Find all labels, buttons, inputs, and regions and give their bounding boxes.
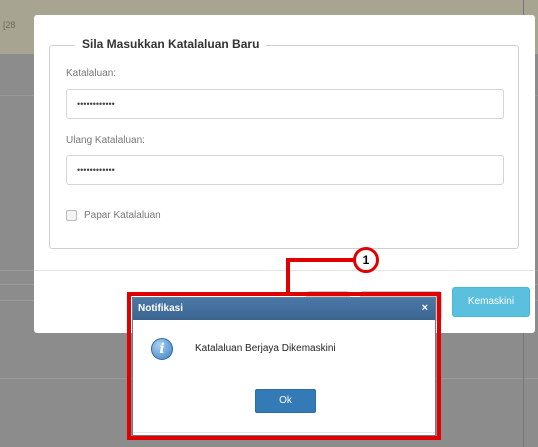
- notification-dialog: Notifikasi × i Katalaluan Berjaya Dikema…: [132, 297, 436, 436]
- close-icon[interactable]: ×: [422, 302, 428, 314]
- notification-title-bar: Notifikasi ×: [133, 298, 435, 320]
- password-label: Katalaluan:: [66, 68, 117, 79]
- notification-body: i Katalaluan Berjaya Dikemaskini Ok: [133, 320, 435, 435]
- info-icon: i: [151, 338, 173, 360]
- annotation-leader-line: [286, 260, 290, 292]
- modal-footer-divider: [34, 270, 535, 271]
- show-password-label: Papar Katalaluan: [84, 210, 161, 221]
- password-fieldset: Sila Masukkan Katalaluan Baru Katalaluan…: [49, 37, 519, 249]
- password-input[interactable]: ••••••••••••: [66, 89, 504, 119]
- notification-footer-divider: [133, 432, 435, 433]
- annotation-callout: 1: [353, 247, 379, 273]
- background-header-text: [28: [3, 20, 16, 30]
- change-password-modal: Sila Masukkan Katalaluan Baru Katalaluan…: [34, 15, 535, 333]
- annotation-leader-line: [286, 258, 356, 262]
- confirm-password-label: Ulang Katalaluan:: [66, 135, 145, 146]
- notification-message: Katalaluan Berjaya Dikemaskini: [195, 343, 336, 354]
- show-password-row[interactable]: Papar Katalaluan: [66, 210, 161, 221]
- notification-title: Notifikasi: [138, 303, 184, 314]
- show-password-checkbox[interactable]: [66, 210, 77, 221]
- fieldset-legend: Sila Masukkan Katalaluan Baru: [75, 37, 267, 51]
- update-button[interactable]: Kemaskini: [452, 287, 530, 317]
- ok-button[interactable]: Ok: [255, 389, 316, 413]
- confirm-password-input[interactable]: ••••••••••••: [66, 155, 504, 185]
